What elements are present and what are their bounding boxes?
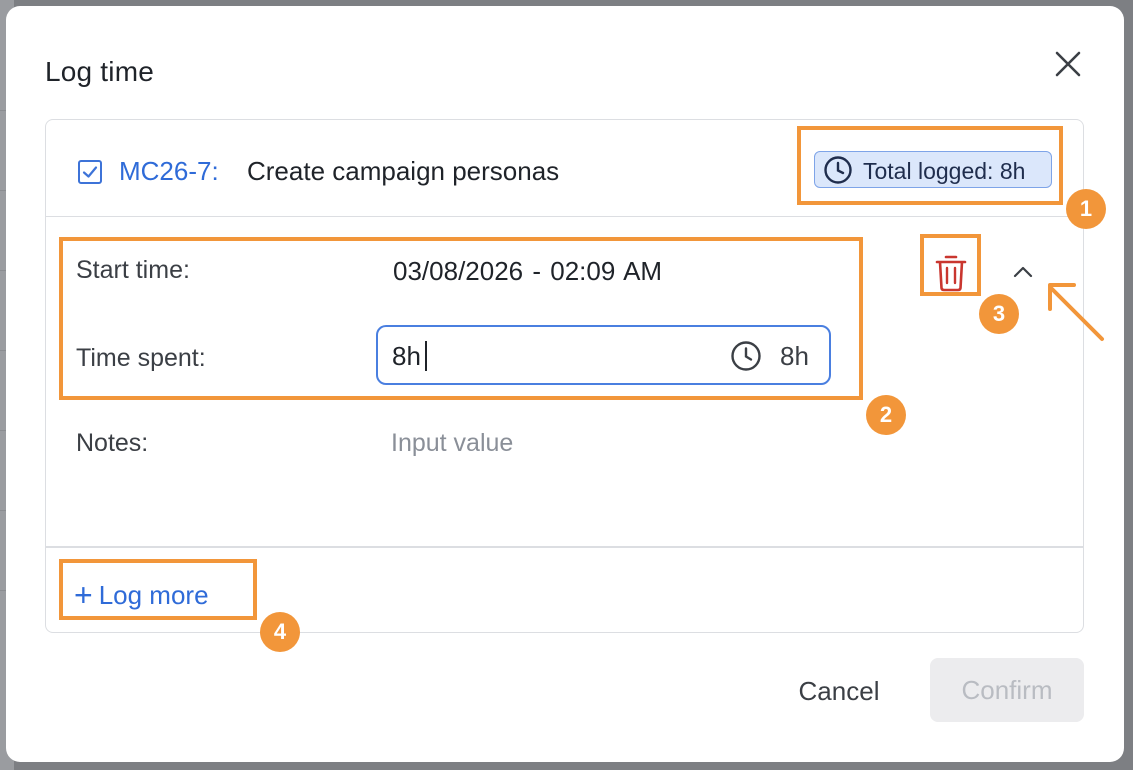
start-time-label: Start time: xyxy=(76,256,190,284)
total-logged-badge: Total logged: 8h xyxy=(814,151,1052,188)
annotation-badge-2: 2 xyxy=(866,395,906,435)
collapse-entry-button[interactable] xyxy=(1009,258,1037,286)
annotation-arrow-icon xyxy=(1048,283,1104,341)
close-button[interactable] xyxy=(1050,46,1086,82)
time-spent-label: Time spent: xyxy=(76,344,206,372)
annotation-badge-1: 1 xyxy=(1066,189,1106,229)
cancel-button[interactable]: Cancel xyxy=(780,661,898,721)
task-key-link[interactable]: MC26-7: xyxy=(119,156,219,187)
dialog-title: Log time xyxy=(45,56,154,87)
trash-icon xyxy=(935,255,967,292)
close-icon xyxy=(1055,51,1081,77)
start-time-value[interactable]: 03/08/2026 - 02:09 AM xyxy=(393,256,662,287)
delete-entry-button[interactable] xyxy=(934,253,968,293)
clock-icon xyxy=(824,156,852,184)
text-caret xyxy=(425,341,427,371)
card-divider xyxy=(46,546,1083,548)
time-spent-suffix: 8h xyxy=(780,341,809,371)
notes-input[interactable]: Input value xyxy=(391,429,513,458)
task-header: MC26-7: Create campaign personas Total l… xyxy=(46,120,1083,217)
annotation-badge-4: 4 xyxy=(260,612,300,652)
task-type-icon xyxy=(78,160,102,184)
plus-icon: + xyxy=(74,577,93,613)
log-time-dialog: Log time MC26-7: Create campaign persona… xyxy=(6,6,1124,762)
time-entry-card: MC26-7: Create campaign personas Total l… xyxy=(45,119,1084,633)
task-title: Create campaign personas xyxy=(247,156,560,186)
chevron-up-icon xyxy=(1013,266,1033,278)
notes-label: Notes: xyxy=(76,429,149,457)
annotation-badge-3: 3 xyxy=(979,294,1019,334)
log-more-label: Log more xyxy=(98,580,209,610)
log-more-button[interactable]: + Log more xyxy=(74,575,209,613)
clock-icon xyxy=(731,341,761,371)
confirm-button[interactable]: Confirm xyxy=(930,658,1084,722)
time-spent-value: 8h xyxy=(392,341,421,371)
time-spent-input[interactable]: 8h 8h xyxy=(376,325,831,385)
total-logged-text: Total logged: 8h xyxy=(863,158,1026,184)
